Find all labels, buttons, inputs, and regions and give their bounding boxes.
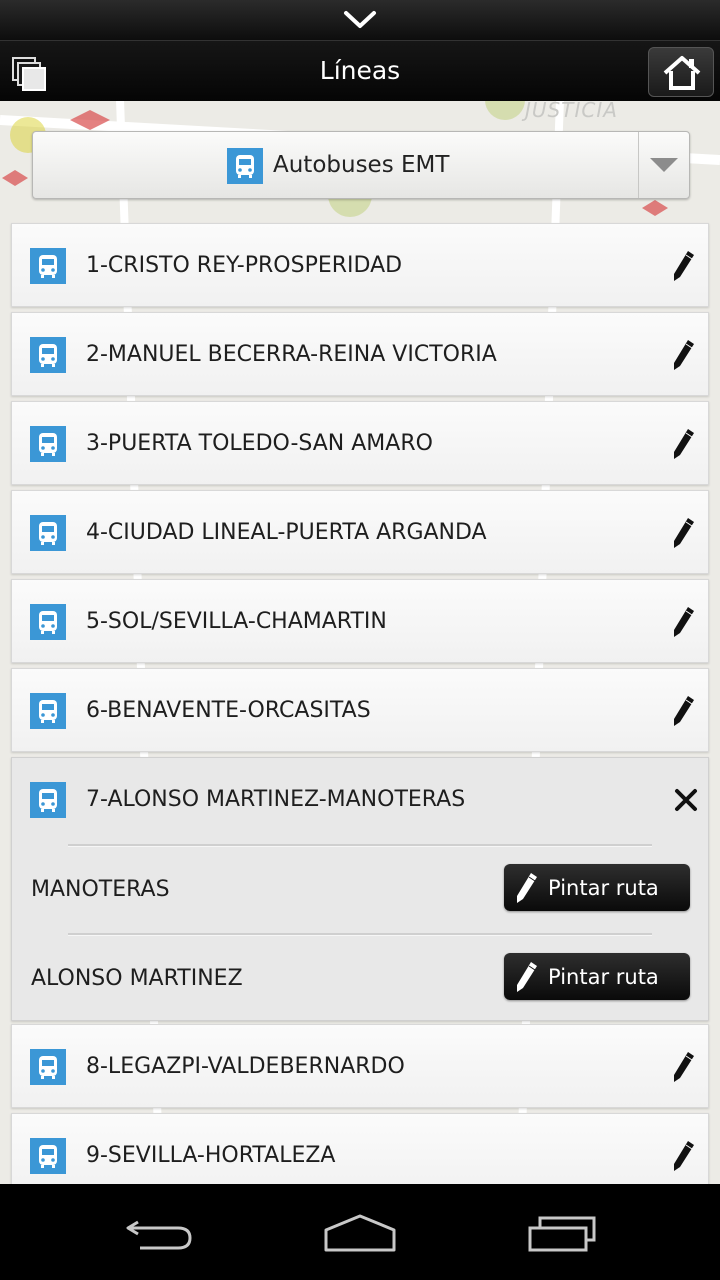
list-item[interactable]: 4-CIUDAD LINEAL-PUERTA ARGANDA — [11, 490, 709, 574]
pencil-icon[interactable] — [672, 1051, 696, 1083]
direction-label: ALONSO MARTINEZ — [31, 966, 243, 991]
line-label: 9-SEVILLA-HORTALEZA — [86, 1143, 336, 1168]
pencil-icon — [517, 873, 537, 903]
line-label: 5-SOL/SEVILLA-CHAMARTIN — [86, 609, 387, 634]
list-item[interactable]: 5-SOL/SEVILLA-CHAMARTIN — [11, 579, 709, 663]
bus-icon — [30, 337, 66, 373]
pencil-icon[interactable] — [672, 606, 696, 638]
bus-icon — [30, 1138, 66, 1174]
line-label: 4-CIUDAD LINEAL-PUERTA ARGANDA — [86, 520, 487, 545]
select-divider — [638, 132, 639, 198]
bus-icon — [30, 515, 66, 551]
title-bar: Líneas — [0, 40, 720, 101]
bus-icon — [30, 426, 66, 462]
pintar-ruta-label: Pintar ruta — [548, 876, 659, 900]
dropdown-arrow-icon[interactable] — [650, 158, 678, 172]
page-title: Líneas — [319, 56, 401, 85]
collapse-bar[interactable] — [0, 0, 720, 40]
pintar-ruta-button[interactable]: Pintar ruta — [504, 864, 690, 911]
pencil-icon[interactable] — [672, 428, 696, 460]
home-button[interactable] — [648, 47, 714, 97]
back-icon[interactable] — [120, 1208, 200, 1256]
direction-label: MANOTERAS — [31, 877, 170, 902]
pencil-icon[interactable] — [672, 250, 696, 282]
system-nav-bar — [0, 1184, 720, 1280]
recent-apps-icon[interactable] — [522, 1208, 602, 1256]
transport-type-select[interactable]: Autobuses EMT — [32, 131, 690, 199]
divider — [68, 933, 652, 936]
home-nav-icon[interactable] — [320, 1208, 400, 1256]
map-label-justicia: JUSTICIA — [525, 100, 618, 122]
line-label: 8-LEGAZPI-VALDEBERNARDO — [86, 1054, 405, 1079]
divider — [68, 844, 652, 847]
bus-icon — [30, 1049, 66, 1085]
bus-icon — [30, 782, 66, 818]
home-icon — [663, 56, 701, 90]
line-label: 6-BENAVENTE-ORCASITAS — [86, 698, 371, 723]
bus-icon — [227, 148, 263, 184]
list-item[interactable]: 3-PUERTA TOLEDO-SAN AMARO — [11, 401, 709, 485]
list-item[interactable]: 2-MANUEL BECERRA-REINA VICTORIA — [11, 312, 709, 396]
list-item[interactable]: 1-CRISTO REY-PROSPERIDAD — [11, 223, 709, 307]
select-value: Autobuses EMT — [273, 152, 450, 178]
pencil-icon — [517, 962, 537, 992]
list-item[interactable]: 8-LEGAZPI-VALDEBERNARDO — [11, 1024, 709, 1108]
bus-icon — [30, 248, 66, 284]
line-label: 1-CRISTO REY-PROSPERIDAD — [86, 253, 403, 278]
close-icon[interactable] — [674, 788, 698, 812]
line-label: 7-ALONSO MARTINEZ-MANOTERAS — [86, 787, 466, 812]
bus-icon — [30, 604, 66, 640]
chevron-down-icon[interactable] — [340, 8, 380, 32]
pencil-icon[interactable] — [672, 339, 696, 371]
pencil-icon[interactable] — [672, 1140, 696, 1172]
bus-icon — [30, 693, 66, 729]
line-label: 3-PUERTA TOLEDO-SAN AMARO — [86, 431, 433, 456]
pintar-ruta-label: Pintar ruta — [548, 965, 659, 989]
line-label: 2-MANUEL BECERRA-REINA VICTORIA — [86, 342, 497, 367]
list-item[interactable]: 6-BENAVENTE-ORCASITAS — [11, 668, 709, 752]
expanded-line-item[interactable]: 7-ALONSO MARTINEZ-MANOTERAS MANOTERAS Pi… — [11, 757, 709, 1021]
pencil-icon[interactable] — [672, 517, 696, 549]
pencil-icon[interactable] — [672, 695, 696, 727]
pintar-ruta-button[interactable]: Pintar ruta — [504, 953, 690, 1000]
